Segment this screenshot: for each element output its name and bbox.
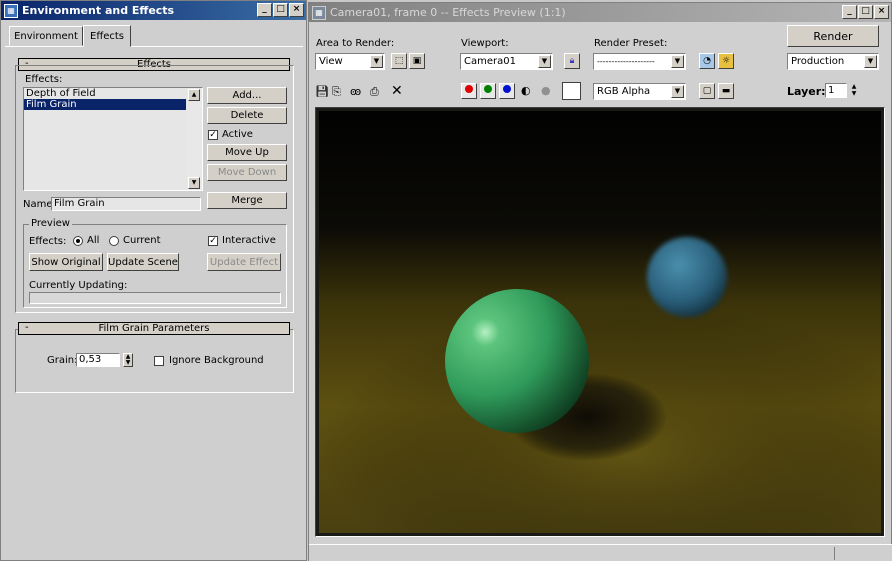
list-scrollbar[interactable]: ▲ ▼ xyxy=(187,88,202,190)
green-sphere xyxy=(445,289,589,433)
app-icon: ▦ xyxy=(312,5,326,20)
edit-region-icon[interactable]: ⬚ xyxy=(391,53,407,69)
monochrome-icon[interactable]: ● xyxy=(541,84,551,97)
grain-spinner-arrows-icon[interactable]: ▲ ▼ xyxy=(123,353,133,367)
status-strip-divider xyxy=(834,547,835,560)
name-field[interactable]: Film Grain xyxy=(51,197,201,211)
merge-button[interactable]: Merge xyxy=(207,192,287,209)
background-color-swatch[interactable] xyxy=(562,82,581,100)
preview-window-title: Camera01, frame 0 -- Effects Preview (1:… xyxy=(330,6,566,19)
move-down-button[interactable]: Move Down xyxy=(207,164,287,181)
toggle-ui-icon[interactable]: ▢ xyxy=(699,83,715,99)
production-dropdown[interactable]: Production ▼ xyxy=(787,53,879,70)
lock-icon[interactable]: 🔒︎ xyxy=(564,53,580,69)
environment-effects-icon[interactable]: ☼ xyxy=(718,53,734,69)
grain-spinner-field[interactable]: 0,53 xyxy=(76,353,120,367)
currently-updating-label: Currently Updating: xyxy=(29,280,128,291)
green-channel-icon[interactable] xyxy=(480,83,496,99)
active-checkbox[interactable]: ✓ Active xyxy=(208,129,253,140)
minimize-icon[interactable]: _ xyxy=(257,3,272,17)
list-item[interactable]: Depth of Field xyxy=(24,88,202,99)
minimize-icon[interactable]: _ xyxy=(842,5,857,19)
ignore-background-check-icon[interactable] xyxy=(154,355,164,366)
layer-field[interactable]: 1 xyxy=(825,83,847,98)
viewport-label: Viewport: xyxy=(461,38,509,49)
layer-label: Layer: xyxy=(787,85,826,98)
effects-list[interactable]: Depth of Field Film Grain ▲ ▼ xyxy=(23,87,203,191)
ignore-background-checkbox[interactable]: Ignore Background xyxy=(154,355,264,366)
channel-dropdown[interactable]: RGB Alpha ▼ xyxy=(593,83,686,100)
interactive-check-icon[interactable]: ✓ xyxy=(208,235,218,246)
effects-list-label: Effects: xyxy=(25,74,63,85)
blue-channel-icon[interactable] xyxy=(499,83,515,99)
radio-all[interactable]: All xyxy=(73,235,99,246)
render-preset-dropdown[interactable]: -------------------- ▼ xyxy=(593,53,686,70)
close-icon[interactable]: × xyxy=(874,5,889,19)
viewport-dropdown[interactable]: Camera01 ▼ xyxy=(460,53,553,70)
env-titlebar[interactable]: ▦ Environment and Effects _ □ × xyxy=(1,1,306,20)
render-setup-icon[interactable]: ◔ xyxy=(699,53,715,69)
clear-icon[interactable]: ✕ xyxy=(391,83,403,99)
update-scene-button[interactable]: Update Scene xyxy=(107,253,179,271)
toggle-overlay-icon[interactable]: ▬ xyxy=(718,83,734,99)
clone-window-icon[interactable]: ꙭ xyxy=(350,85,361,98)
window-controls: _ □ × xyxy=(257,3,304,17)
effects-radio-label: Effects: xyxy=(29,236,67,247)
grain-label: Grain: xyxy=(47,355,78,366)
area-to-render-dropdown[interactable]: View ▼ xyxy=(315,53,385,70)
chevron-down-icon[interactable]: ▼ xyxy=(671,55,684,68)
list-item-selected[interactable]: Film Grain xyxy=(24,99,186,110)
preview-group-label: Preview xyxy=(29,218,72,229)
layer-spinner-icon[interactable]: ▲ ▼ xyxy=(849,83,859,98)
print-image-icon[interactable]: ⎙ xyxy=(370,85,379,99)
show-original-button[interactable]: Show Original xyxy=(29,253,103,271)
chevron-down-icon[interactable]: ▼ xyxy=(538,55,551,68)
status-strip xyxy=(309,544,892,561)
update-progress-bar xyxy=(29,292,281,304)
tab-environment[interactable]: Environment xyxy=(9,26,83,46)
delete-button[interactable]: Delete xyxy=(207,107,287,124)
maximize-icon[interactable]: □ xyxy=(858,5,873,19)
film-grain-rollout-header[interactable]: - Film Grain Parameters xyxy=(18,322,290,335)
copy-image-icon[interactable]: ⎘ xyxy=(332,85,341,99)
effects-preview-window: ▦ Camera01, frame 0 -- Effects Preview (… xyxy=(308,2,892,561)
chevron-down-icon[interactable]: ▼ xyxy=(370,55,383,68)
environment-effects-window: ▦ Environment and Effects _ □ × Environm… xyxy=(0,0,307,561)
interactive-checkbox[interactable]: ✓ Interactive xyxy=(208,235,276,246)
close-icon[interactable]: × xyxy=(289,3,304,17)
rendered-image xyxy=(319,111,881,533)
env-window-title: Environment and Effects xyxy=(22,4,175,17)
radio-all-icon[interactable] xyxy=(73,235,83,246)
maximize-icon[interactable]: □ xyxy=(273,3,288,17)
add-button[interactable]: Add... xyxy=(207,87,287,104)
blue-sphere xyxy=(647,237,727,317)
update-effect-button[interactable]: Update Effect xyxy=(207,253,281,271)
move-up-button[interactable]: Move Up xyxy=(207,144,287,161)
render-preset-label: Render Preset: xyxy=(594,38,668,49)
app-icon: ▦ xyxy=(4,3,18,18)
render-button[interactable]: Render xyxy=(787,25,879,47)
chevron-down-icon[interactable]: ▼ xyxy=(671,85,684,98)
chevron-down-icon[interactable]: ▼ xyxy=(864,55,877,68)
radio-current-icon[interactable] xyxy=(109,235,119,246)
alpha-channel-icon[interactable]: ◐ xyxy=(521,84,531,97)
scroll-down-icon[interactable]: ▼ xyxy=(188,177,200,189)
red-channel-icon[interactable] xyxy=(461,83,477,99)
area-to-render-label: Area to Render: xyxy=(316,38,395,49)
active-check-icon[interactable]: ✓ xyxy=(208,129,218,140)
radio-current[interactable]: Current xyxy=(109,235,161,246)
tab-effects[interactable]: Effects xyxy=(83,25,131,47)
preview-titlebar[interactable]: ▦ Camera01, frame 0 -- Effects Preview (… xyxy=(309,3,891,22)
render-frame xyxy=(315,107,885,537)
save-image-icon[interactable]: 💾︎ xyxy=(315,85,329,98)
window-controls: _ □ × xyxy=(842,5,889,19)
scroll-up-icon[interactable]: ▲ xyxy=(188,89,200,101)
auto-region-icon[interactable]: ▣ xyxy=(409,53,425,69)
